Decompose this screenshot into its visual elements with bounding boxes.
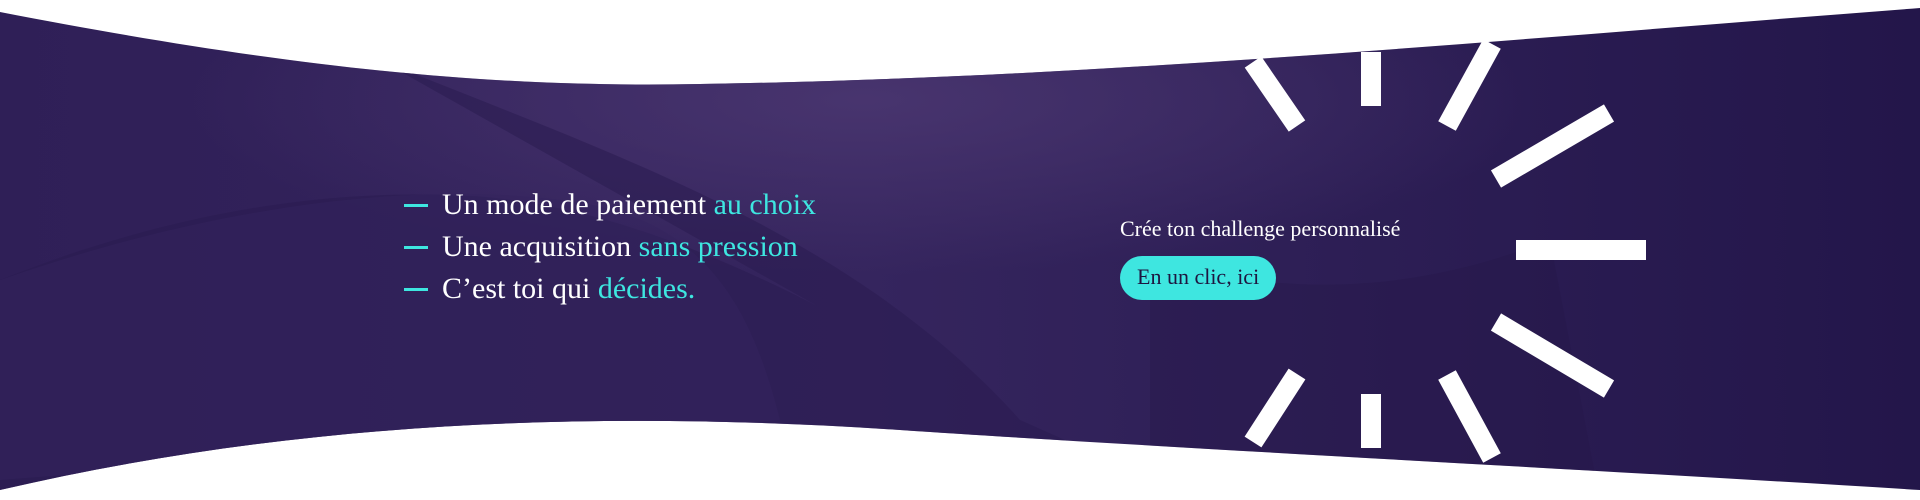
feature-accent: décides. <box>597 272 696 305</box>
feature-text: Un mode de paiement <box>442 188 707 221</box>
feature-accent: au choix <box>713 188 817 221</box>
feature-text: C’est toi qui <box>442 272 591 305</box>
cta-text: Crée ton challenge personnalisé <box>1120 216 1401 241</box>
dash-icon <box>404 287 428 291</box>
feature-item: Une acquisition sans pression <box>404 226 816 268</box>
cta-block: Crée ton challenge personnalisé En un cl… <box>1120 216 1400 300</box>
feature-text: Une acquisition <box>442 230 632 263</box>
feature-item: Un mode de paiement au choix <box>404 184 816 226</box>
feature-item: C’est toi qui décides. <box>404 268 816 310</box>
cta-button[interactable]: En un clic, ici <box>1120 256 1277 300</box>
banner-background <box>0 8 1920 490</box>
dash-icon <box>404 245 428 249</box>
feature-list: Un mode de paiement au choix Une acquisi… <box>404 184 816 310</box>
dash-icon <box>404 203 428 207</box>
feature-accent: sans pression <box>638 230 798 263</box>
